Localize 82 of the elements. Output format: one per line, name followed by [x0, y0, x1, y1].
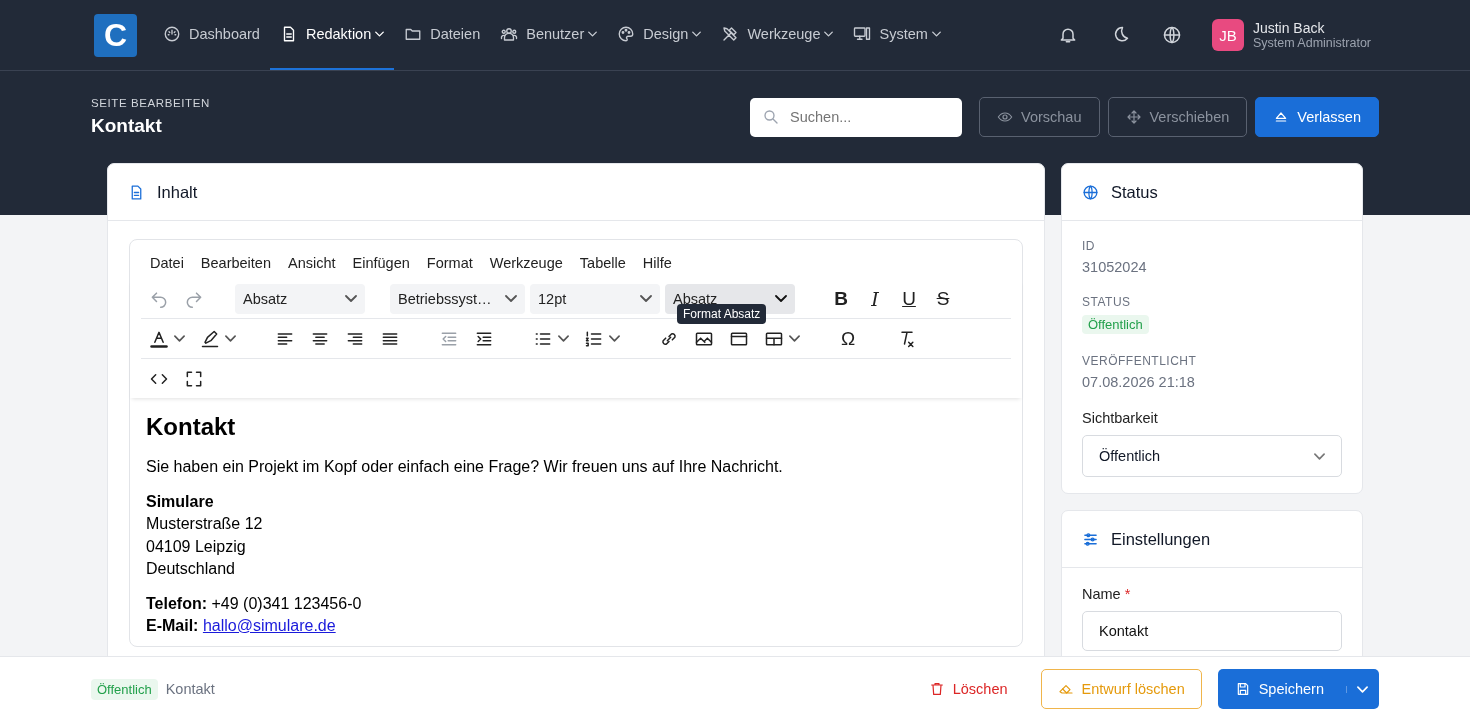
- nav-item[interactable]: Redaktion: [269, 0, 395, 70]
- field-value: 07.08.2026 21:18: [1082, 374, 1196, 390]
- visibility-dropdown[interactable]: Öffentlich: [1082, 435, 1342, 477]
- editor-menu-item[interactable]: Einfügen: [352, 255, 410, 271]
- globe-icon: [1161, 25, 1182, 45]
- user-avatar[interactable]: JB: [1211, 19, 1244, 51]
- nav-item[interactable]: Dateien: [394, 0, 491, 70]
- nav-item[interactable]: Dashboard: [153, 0, 270, 70]
- sliders-icon: [1082, 530, 1099, 548]
- field-label: STATUS: [1082, 295, 1132, 309]
- contact-line: E-Mail: hallo@simulare.de: [146, 616, 337, 636]
- caret-icon: [775, 295, 787, 302]
- header-button[interactable]: Verschieben: [1107, 97, 1248, 137]
- caret-icon: [1314, 452, 1325, 460]
- format-button[interactable]: S: [926, 287, 960, 310]
- contact-line: Telefon: +49 (0)341 123456-0: [146, 593, 363, 614]
- address-line: 04109 Leipzig: [146, 536, 247, 557]
- nav-item[interactable]: Design: [607, 0, 712, 70]
- page-title: Kontakt: [91, 115, 163, 137]
- save-button[interactable]: Speichern: [1217, 669, 1379, 709]
- caret-icon: [608, 335, 620, 342]
- header-button[interactable]: Verlassen: [1255, 97, 1379, 137]
- page-eyebrow: SEITE BEARBEITEN: [91, 97, 210, 109]
- caret-icon: [173, 335, 185, 342]
- format-button[interactable]: B: [824, 287, 858, 310]
- caret-icon: [505, 295, 517, 302]
- editor-menu-item[interactable]: Bearbeiten: [200, 255, 271, 271]
- field-label: ID: [1082, 239, 1096, 253]
- special-character-button[interactable]: Ω: [831, 327, 865, 350]
- nav-item[interactable]: System: [843, 0, 951, 70]
- address-line: Musterstraße 12: [146, 514, 264, 534]
- status-badge: Öffentlich: [91, 678, 158, 700]
- format-button[interactable]: I: [858, 287, 892, 310]
- editor-menu-item[interactable]: Tabelle: [579, 255, 626, 271]
- tooltip: Format Absatz: [677, 304, 767, 324]
- caret-icon: [1357, 685, 1368, 693]
- editor-select[interactable]: Absatz: [235, 283, 365, 314]
- card-title: Inhalt: [157, 182, 198, 202]
- field-value: 31052024: [1082, 259, 1148, 275]
- move-icon: [1125, 109, 1142, 125]
- card-title: Einstellungen: [1111, 529, 1211, 549]
- editor-menu-item[interactable]: Werkzeuge: [489, 255, 563, 271]
- content-heading: Kontakt: [146, 412, 237, 442]
- email-link[interactable]: hallo@simulare.de: [202, 617, 336, 634]
- editor-menu-item[interactable]: Ansicht: [288, 255, 336, 271]
- users-icon: [500, 25, 519, 43]
- editor-menu-item[interactable]: Hilfe: [642, 255, 672, 271]
- editor-select[interactable]: 12pt: [530, 283, 660, 314]
- caret-icon: [788, 335, 800, 342]
- monitor-icon: [853, 25, 872, 43]
- gauge-icon: [163, 25, 181, 43]
- address-line: Simulare: [146, 491, 215, 512]
- header-button[interactable]: Vorschau: [979, 97, 1100, 137]
- nav-item[interactable]: Werkzeuge: [711, 0, 844, 70]
- app-logo[interactable]: C: [94, 13, 137, 57]
- field-label: VERÖFFENTLICHT: [1082, 354, 1198, 368]
- user-name: Justin Back: [1252, 20, 1326, 36]
- page-name: Kontakt: [165, 681, 215, 697]
- tools-icon: [721, 25, 740, 43]
- trash-icon: [928, 681, 945, 697]
- nav-item[interactable]: Benutzer: [490, 0, 608, 70]
- caret-icon: [345, 295, 357, 302]
- eye-icon: [997, 109, 1014, 125]
- card-title: Status: [1111, 182, 1158, 202]
- editor-menu-item[interactable]: Datei: [150, 255, 184, 271]
- highlighter-icon: [199, 328, 220, 349]
- name-field[interactable]: Kontakt: [1082, 611, 1342, 651]
- search-field[interactable]: Suchen...: [750, 97, 963, 137]
- caret-icon: [557, 335, 569, 342]
- address-line: Deutschland: [146, 559, 236, 579]
- user-role: System Administrator: [1252, 36, 1371, 50]
- caret-icon: [640, 295, 652, 302]
- content-paragraph: Sie haben ein Projekt im Kopf oder einfach eine Frage? Wir freuen uns auf Ihre Nachricht.: [146, 457, 784, 477]
- palette-icon: [617, 25, 636, 43]
- caret-icon: [224, 335, 236, 342]
- format-button[interactable]: U: [892, 287, 926, 310]
- field-label: Name *: [1082, 586, 1132, 602]
- status-badge: Öffentlich: [1082, 315, 1149, 334]
- editor-select[interactable]: Betriebssyst…: [390, 283, 525, 314]
- globe-icon: [1082, 183, 1099, 201]
- editor-menu-item[interactable]: Format: [426, 255, 473, 271]
- field-label: Sichtbarkeit: [1082, 410, 1159, 426]
